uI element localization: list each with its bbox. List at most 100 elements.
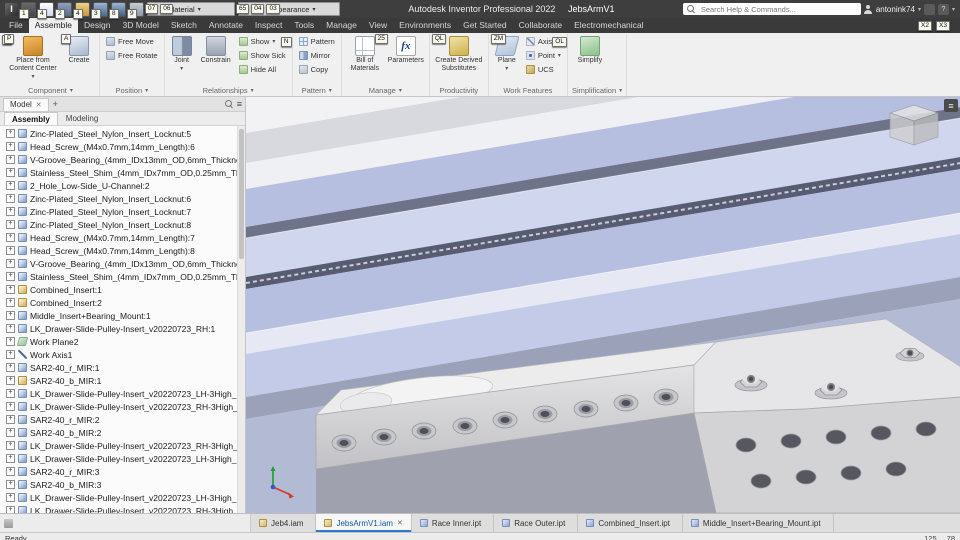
ribbon-tab[interactable]: Tools [288, 18, 320, 33]
expand-plus-icon[interactable] [6, 337, 15, 346]
browser-tree-item[interactable]: Work Axis1 [0, 348, 245, 361]
expand-plus-icon[interactable] [6, 181, 15, 190]
expand-plus-icon[interactable] [6, 220, 15, 229]
qat-button[interactable]: 4 [73, 1, 90, 19]
expand-plus-icon[interactable] [6, 142, 15, 151]
axis-button[interactable]: Axis ▾ OL [524, 35, 567, 48]
browser-tree-item[interactable]: 2_Hole_Low-Side_U-Channel:2 [0, 179, 245, 192]
panel-label-work-features[interactable]: Work Features [493, 84, 563, 96]
qat-button[interactable]: 4 [37, 1, 54, 19]
ribbon-tab[interactable]: Annotate [203, 18, 249, 33]
tab-list-icon[interactable] [4, 518, 13, 528]
expand-plus-icon[interactable] [6, 480, 15, 489]
ribbon-tab[interactable]: File [3, 18, 29, 33]
browser-tree-item[interactable]: LK_Drawer-Slide-Pulley-Insert_v20220723_… [0, 400, 245, 413]
close-icon[interactable]: ✕ [36, 101, 42, 109]
pattern-button[interactable]: Pattern [297, 35, 337, 48]
ribbon-tab[interactable]: Assemble [28, 18, 79, 33]
free-rotate-button[interactable]: Free Rotate [104, 49, 160, 62]
close-icon[interactable]: ✕ [397, 519, 403, 527]
graphics-viewport[interactable]: ≡ [246, 97, 960, 513]
mirror-button[interactable]: Mirror [297, 49, 337, 62]
expand-plus-icon[interactable] [6, 363, 15, 372]
inventor-logo-icon[interactable]: I [5, 2, 18, 16]
browser-toggle-icon[interactable]: ≡ [944, 99, 958, 112]
browser-search-icon[interactable] [224, 100, 233, 108]
create-button[interactable]: A Create [61, 34, 95, 65]
browser-tree-item[interactable]: Work Plane2 [0, 335, 245, 348]
browser-tree-item[interactable]: Zinc-Plated_Steel_Nylon_Insert_Locknut:8 [0, 218, 245, 231]
help-button[interactable]: ? [937, 3, 949, 15]
browser-tree-item[interactable]: Middle_Insert+Bearing_Mount:1 [0, 309, 245, 322]
ribbon-tab[interactable]: Sketch [165, 18, 203, 33]
panel-label-productivity[interactable]: Productivity [434, 84, 484, 96]
scrollbar-thumb[interactable] [239, 129, 244, 259]
browser-tree-item[interactable]: SAR2-40_r_MIR:1 [0, 361, 245, 374]
document-tab[interactable]: JebsArmV1.iam ✕ [316, 514, 412, 532]
ribbon-tab[interactable]: Inspect [249, 18, 288, 33]
search-input[interactable] [698, 3, 857, 15]
point-button[interactable]: Point ▾ [524, 49, 563, 62]
ribbon-tab[interactable]: Collaborate [513, 18, 568, 33]
expand-plus-icon[interactable] [6, 506, 15, 513]
document-tab[interactable]: Middle_Insert+Bearing_Mount.ipt [683, 514, 834, 532]
expand-plus-icon[interactable] [6, 376, 15, 385]
document-tab[interactable]: Race Outer.ipt [494, 514, 579, 532]
browser-tree-item[interactable]: SAR2-40_b_MIR:2 [0, 426, 245, 439]
store-icon[interactable] [923, 3, 935, 15]
ribbon-tab[interactable]: Design [78, 18, 116, 33]
browser-tree-item[interactable]: V-Groove_Bearing_(4mm_IDx13mm_OD,6mm_Thi… [0, 153, 245, 166]
expand-plus-icon[interactable] [6, 428, 15, 437]
expand-plus-icon[interactable] [6, 350, 15, 359]
parameters-button[interactable]: fx Parameters [387, 35, 425, 65]
create-derived-substitutes-button[interactable]: QL Create Derived Substitutes [431, 34, 484, 73]
chevron-down-icon[interactable]: ▾ [952, 6, 955, 13]
expand-plus-icon[interactable] [6, 493, 15, 502]
copy-button[interactable]: Copy [297, 63, 337, 76]
expand-plus-icon[interactable] [6, 454, 15, 463]
qat-button[interactable]: 3 [91, 1, 108, 19]
ribbon-tab[interactable]: 3D Model [117, 18, 165, 33]
expand-plus-icon[interactable] [6, 168, 15, 177]
show-sick-button[interactable]: Show Sick [237, 49, 288, 62]
browser-tree-item[interactable]: LK_Drawer-Slide-Pulley-Insert_v20220723_… [0, 322, 245, 335]
qat-button[interactable]: 1 [19, 1, 36, 19]
ribbon-tab[interactable]: Get Started [457, 18, 512, 33]
expand-plus-icon[interactable] [6, 467, 15, 476]
panel-label-simplification[interactable]: Simplification ▾ [572, 84, 622, 96]
ribbon-tab[interactable]: Electromechanical [568, 18, 649, 33]
browser-tree-item[interactable]: Head_Screw_(M4x0.7mm,14mm_Length):6 [0, 140, 245, 153]
expand-plus-icon[interactable] [6, 402, 15, 411]
expand-plus-icon[interactable] [6, 298, 15, 307]
document-tab[interactable]: Jeb4.iam [251, 514, 317, 532]
expand-plus-icon[interactable] [6, 324, 15, 333]
plane-button[interactable]: ZM Plane ▾ [490, 34, 521, 73]
material-dropdown[interactable]: 07 06 Material ▾ [145, 2, 235, 16]
expand-plus-icon[interactable] [6, 246, 15, 255]
expand-plus-icon[interactable] [6, 155, 15, 164]
qat-button[interactable]: 9 [127, 1, 144, 19]
expand-plus-icon[interactable] [6, 233, 15, 242]
browser-tree-item[interactable]: LK_Drawer-Slide-Pulley-Insert_v20220723_… [0, 387, 245, 400]
place-from-content-center-button[interactable]: P Place from Content Center ▾ [4, 34, 60, 81]
expand-plus-icon[interactable] [6, 285, 15, 294]
expand-plus-icon[interactable] [6, 272, 15, 281]
browser-tree-item[interactable]: Zinc-Plated_Steel_Nylon_Insert_Locknut:5 [0, 127, 245, 140]
expand-plus-icon[interactable] [6, 415, 15, 424]
expand-plus-icon[interactable] [6, 441, 15, 450]
expand-plus-icon[interactable] [6, 259, 15, 268]
ucs-button[interactable]: UCS [524, 63, 563, 76]
show-button[interactable]: Show ▾ N [237, 35, 292, 48]
panel-label-pattern[interactable]: Pattern ▾ [297, 84, 337, 96]
document-tab[interactable]: Race Inner.ipt [412, 514, 495, 532]
browser-tree-item[interactable]: Stainless_Steel_Shim_(4mm_IDx7mm_OD,0.25… [0, 270, 245, 283]
browser-tree-item[interactable]: Head_Screw_(M4x0.7mm,14mm_Length):8 [0, 244, 245, 257]
hide-all-button[interactable]: Hide All [237, 63, 288, 76]
bill-of-materials-button[interactable]: 25 Bill of Materials [346, 34, 388, 73]
expand-plus-icon[interactable] [6, 207, 15, 216]
free-move-button[interactable]: Free Move [104, 35, 160, 48]
browser-mode-tab[interactable]: Assembly [4, 112, 58, 125]
panel-label-manage[interactable]: Manage ▾ [346, 84, 425, 96]
browser-tree-item[interactable]: Zinc-Plated_Steel_Nylon_Insert_Locknut:6 [0, 192, 245, 205]
constrain-button[interactable]: Constrain [198, 35, 234, 65]
